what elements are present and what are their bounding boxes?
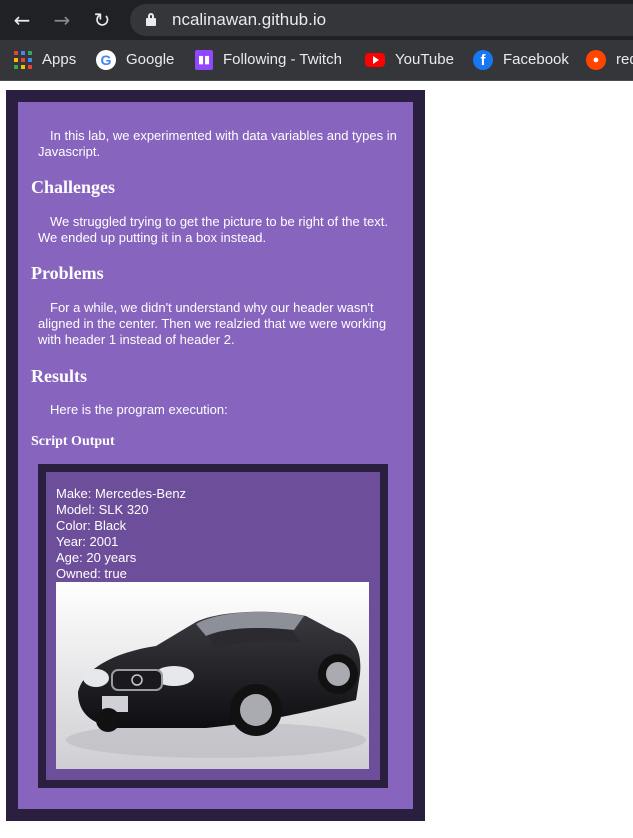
bookmark-reddit[interactable]: ● red xyxy=(586,50,633,70)
output-color: Color: Black xyxy=(56,518,127,533)
bookmark-facebook[interactable]: f Facebook xyxy=(473,50,569,70)
bookmark-label: YouTube xyxy=(395,51,454,68)
output-model: Model: SLK 320 xyxy=(56,502,149,517)
twitch-icon: ▮▮ xyxy=(195,50,213,70)
address-bar[interactable]: ncalinawan.github.io xyxy=(130,4,633,36)
car-photo xyxy=(56,582,369,769)
apps-grid-icon xyxy=(14,51,32,69)
bookmark-apps[interactable]: Apps xyxy=(14,50,76,70)
script-output-heading: Script Output xyxy=(31,434,115,449)
challenges-paragraph: We struggled trying to get the picture t… xyxy=(38,214,388,245)
youtube-icon xyxy=(365,53,385,67)
script-output-inner: Make: Mercedes-Benz Model: SLK 320 Color… xyxy=(46,472,380,780)
output-lines: Make: Mercedes-Benz Model: SLK 320 Color… xyxy=(56,486,186,582)
bookmark-label: Apps xyxy=(42,51,77,68)
intro-paragraph: In this lab, we experimented with data v… xyxy=(38,128,397,159)
bookmarks-bar: Apps G Google ▮▮ Following - Twitch YouTub… xyxy=(0,40,633,81)
back-arrow-icon[interactable]: ← xyxy=(10,8,34,32)
content-frame: In this lab, we experimented with data v… xyxy=(6,90,425,821)
bookmark-label: Facebook xyxy=(503,51,569,68)
lock-icon[interactable] xyxy=(146,13,156,26)
bookmark-twitch[interactable]: ▮▮ Following - Twitch xyxy=(195,50,342,70)
reload-icon[interactable]: ↻ xyxy=(90,8,114,32)
output-make: Make: Mercedes-Benz xyxy=(56,486,187,501)
car-illustration xyxy=(56,582,369,769)
forward-arrow-icon[interactable]: → xyxy=(50,8,74,32)
bookmark-youtube[interactable]: YouTube xyxy=(365,50,454,70)
problems-heading: Problems xyxy=(31,263,104,283)
results-heading: Results xyxy=(31,366,88,386)
output-age: Age: 20 years xyxy=(56,550,137,565)
bookmark-google[interactable]: G Google xyxy=(96,50,174,70)
bookmark-label: red xyxy=(616,51,633,68)
google-icon: G xyxy=(96,50,116,70)
browser-toolbar: ← → ↻ ncalinawan.github.io xyxy=(0,0,633,40)
url-text[interactable]: ncalinawan.github.io xyxy=(172,9,326,31)
bookmark-label: Following - Twitch xyxy=(223,51,342,68)
script-output-box: Make: Mercedes-Benz Model: SLK 320 Color… xyxy=(38,464,388,788)
reddit-icon: ● xyxy=(586,50,606,70)
content-panel: In this lab, we experimented with data v… xyxy=(18,102,413,809)
results-paragraph: Here is the program execution: xyxy=(50,402,228,417)
problems-paragraph: For a while, we didn't understand why ou… xyxy=(38,300,387,347)
bookmark-label: Google xyxy=(126,51,175,68)
output-owned: Owned: true xyxy=(56,566,127,581)
facebook-icon: f xyxy=(473,50,493,70)
challenges-heading: Challenges xyxy=(31,177,116,197)
output-year: Year: 2001 xyxy=(56,534,119,549)
